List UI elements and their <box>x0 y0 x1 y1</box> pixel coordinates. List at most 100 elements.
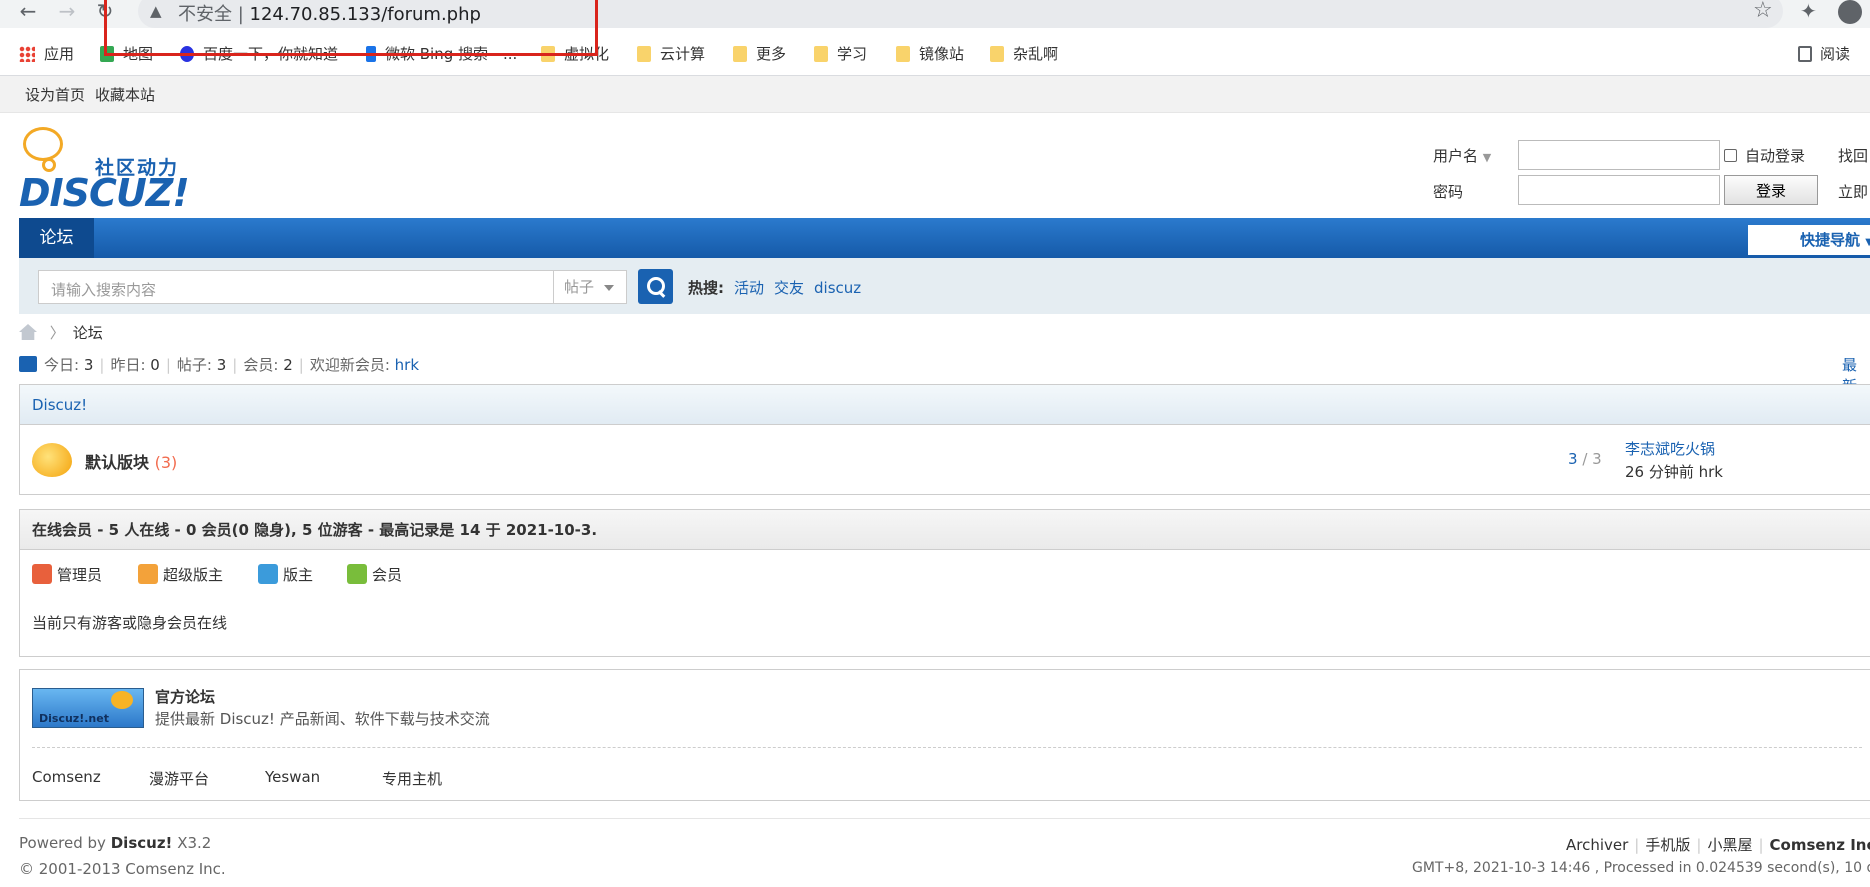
bookmark-star-icon[interactable]: ☆ <box>1753 0 1773 23</box>
folder-icon <box>814 46 828 62</box>
footer-links: Archiver | 手机版 | 小黑屋 | Comsenz Inc. <box>1566 834 1870 855</box>
powered-by: Powered by Discuz! X3.2 <box>19 834 212 852</box>
category-box: Discuz! 默认版块 (3) 3 / 3 李志斌吃火锅 26 分钟前 hrk <box>19 384 1870 495</box>
bookmark-folder-mirror[interactable]: 镜像站 <box>896 43 964 65</box>
username-input[interactable] <box>1518 140 1720 170</box>
bookmark-folder-cloud[interactable]: 云计算 <box>637 43 705 65</box>
site-logo[interactable]: 社区动力 DISCUZ! <box>19 127 190 215</box>
blacklist-link[interactable]: 小黑屋 <box>1707 836 1752 854</box>
hot-term-link[interactable]: 交友 <box>774 279 804 297</box>
legend-super-mod: 超级版主 <box>138 564 223 585</box>
quick-nav-button[interactable]: 快捷导航 ▼ <box>1748 225 1870 255</box>
hot-term-link[interactable]: discuz <box>814 279 861 297</box>
partner-link-yeswan[interactable]: Yeswan <box>265 768 320 786</box>
partner-link-comsenz[interactable]: Comsenz <box>32 768 101 786</box>
baidu-icon <box>180 46 194 62</box>
online-header[interactable]: 在线会员 - 5 人在线 - 0 会员(0 隐身), 5 位游客 - 最高记录是… <box>20 510 1870 550</box>
bookmark-map[interactable]: 地图 <box>100 43 153 65</box>
forum-bubble-icon[interactable] <box>32 443 72 477</box>
bookmark-apps[interactable]: 应用 <box>19 43 74 65</box>
profile-icon[interactable] <box>1838 0 1862 24</box>
partner-link-hosting[interactable]: 专用主机 <box>382 768 442 789</box>
forum-stats: 今日: 3 | 昨日: 0 | 帖子: 3 | 会员: 2 | 欢迎新会员: hrk <box>19 354 419 375</box>
logo-brand: DISCUZ! <box>19 171 190 215</box>
site-topbar: 设为首页 收藏本站 <box>0 76 1870 113</box>
comsenz-link[interactable]: Comsenz Inc. <box>1770 836 1870 854</box>
server-info: GMT+8, 2021-10-3 14:46 , Processed in 0.… <box>1412 860 1870 876</box>
stats-chart-icon <box>19 356 37 372</box>
chevron-down-icon[interactable]: ▼ <box>1483 151 1491 164</box>
reading-list-icon <box>1798 46 1812 62</box>
chevron-down-icon: ▼ <box>1865 237 1870 248</box>
last-post-meta: 26 分钟前 hrk <box>1625 463 1723 481</box>
search-type-select[interactable]: 帖子 <box>553 270 627 304</box>
auto-login-checkbox[interactable] <box>1724 149 1737 162</box>
copyright: © 2001-2013 Comsenz Inc. <box>19 860 226 878</box>
archiver-link[interactable]: Archiver <box>1566 836 1628 854</box>
back-icon[interactable]: ← <box>16 0 40 24</box>
bookmark-baidu[interactable]: 百度一下，你就知道 <box>180 43 338 65</box>
divider <box>32 747 1862 748</box>
folder-icon <box>637 46 651 62</box>
bookmark-folder-study[interactable]: 学习 <box>814 43 867 65</box>
category-title[interactable]: Discuz! <box>32 396 87 414</box>
footer-divider <box>19 818 1870 819</box>
search-button[interactable] <box>638 269 673 304</box>
legend-moderator: 版主 <box>258 564 313 585</box>
member-icon <box>347 564 367 584</box>
register-link[interactable]: 立即 <box>1838 181 1868 202</box>
members-count: 2 <box>283 356 293 374</box>
password-label: 密码 <box>1433 183 1464 201</box>
moderator-icon <box>258 564 278 584</box>
browser-toolbar: ← → ↻ ▲ 不安全 | 124.70.85.133/forum.php ☆ … <box>0 0 1870 28</box>
hot-search: 热搜: 活动 交友 discuz <box>688 277 871 298</box>
forum-last-post: 李志斌吃火锅 26 分钟前 hrk <box>1625 438 1723 484</box>
forum-row: 默认版块 (3) 3 / 3 李志斌吃火锅 26 分钟前 hrk <box>20 425 1870 494</box>
hot-term-link[interactable]: 活动 <box>734 279 764 297</box>
bookmark-folder-virtualization[interactable]: 虚拟化 <box>541 43 609 65</box>
map-icon <box>100 46 114 62</box>
bookmark-site-link[interactable]: 收藏本站 <box>95 84 155 105</box>
posts-count: 3 <box>216 356 227 374</box>
find-password-link[interactable]: 找回 <box>1838 145 1868 166</box>
main-nav: 论坛 快捷导航 ▼ <box>19 218 1870 258</box>
last-post-link[interactable]: 李志斌吃火锅 <box>1625 438 1723 461</box>
reading-list-button[interactable]: 阅读 <box>1798 43 1850 65</box>
online-box: 在线会员 - 5 人在线 - 0 会员(0 隐身), 5 位游客 - 最高记录是… <box>19 509 1870 657</box>
official-forum-link[interactable]: 官方论坛 <box>155 686 215 707</box>
breadcrumb-current[interactable]: 论坛 <box>73 324 103 342</box>
discuz-link[interactable]: Discuz! <box>111 834 173 852</box>
folder-icon <box>541 46 555 62</box>
search-bar: 请输入搜索内容 帖子 热搜: 活动 交友 discuz <box>19 258 1870 314</box>
forum-stat: 3 / 3 <box>1568 450 1602 468</box>
discuz-net-logo[interactable]: Discuz!.net <box>32 688 144 728</box>
mobile-link[interactable]: 手机版 <box>1645 836 1690 854</box>
auto-login-label: 自动登录 <box>1745 147 1806 165</box>
logo-bubble-icon <box>23 127 63 172</box>
legend-admin: 管理员 <box>32 564 102 585</box>
newest-member-link[interactable]: hrk <box>395 356 419 374</box>
breadcrumb-separator-icon: 〉 <box>49 324 65 342</box>
bookmark-folder-misc[interactable]: 杂乱啊 <box>990 43 1058 65</box>
legend-member: 会员 <box>347 564 402 585</box>
forward-icon[interactable]: → <box>55 0 79 24</box>
yesterday-count: 0 <box>150 356 160 374</box>
login-button[interactable]: 登录 <box>1724 175 1818 205</box>
nav-tab-forum[interactable]: 论坛 <box>19 218 94 258</box>
bookmarks-bar: 应用 地图 百度一下，你就知道 微软 Bing 搜索 - ... 虚拟化 云计算… <box>0 28 1870 76</box>
password-input[interactable] <box>1518 175 1720 205</box>
search-input[interactable]: 请输入搜索内容 <box>38 270 553 304</box>
today-count: 3 <box>83 356 94 374</box>
warning-icon: ▲ <box>150 2 162 20</box>
bookmark-folder-more[interactable]: 更多 <box>733 43 786 65</box>
bookmark-bing[interactable]: 微软 Bing 搜索 - ... <box>366 43 517 65</box>
username-label: 用户名 ▼ <box>1433 147 1492 165</box>
forum-name[interactable]: 默认版块 (3) <box>85 449 177 473</box>
extensions-icon[interactable]: ✦ <box>1800 0 1817 23</box>
address-bar[interactable]: ▲ 不安全 | 124.70.85.133/forum.php <box>138 0 1783 28</box>
set-home-link[interactable]: 设为首页 <box>25 84 85 105</box>
url-text: 124.70.85.133/forum.php <box>249 4 481 25</box>
reload-icon[interactable]: ↻ <box>93 0 117 24</box>
home-icon[interactable] <box>19 324 37 340</box>
partner-link-manyou[interactable]: 漫游平台 <box>149 768 209 789</box>
